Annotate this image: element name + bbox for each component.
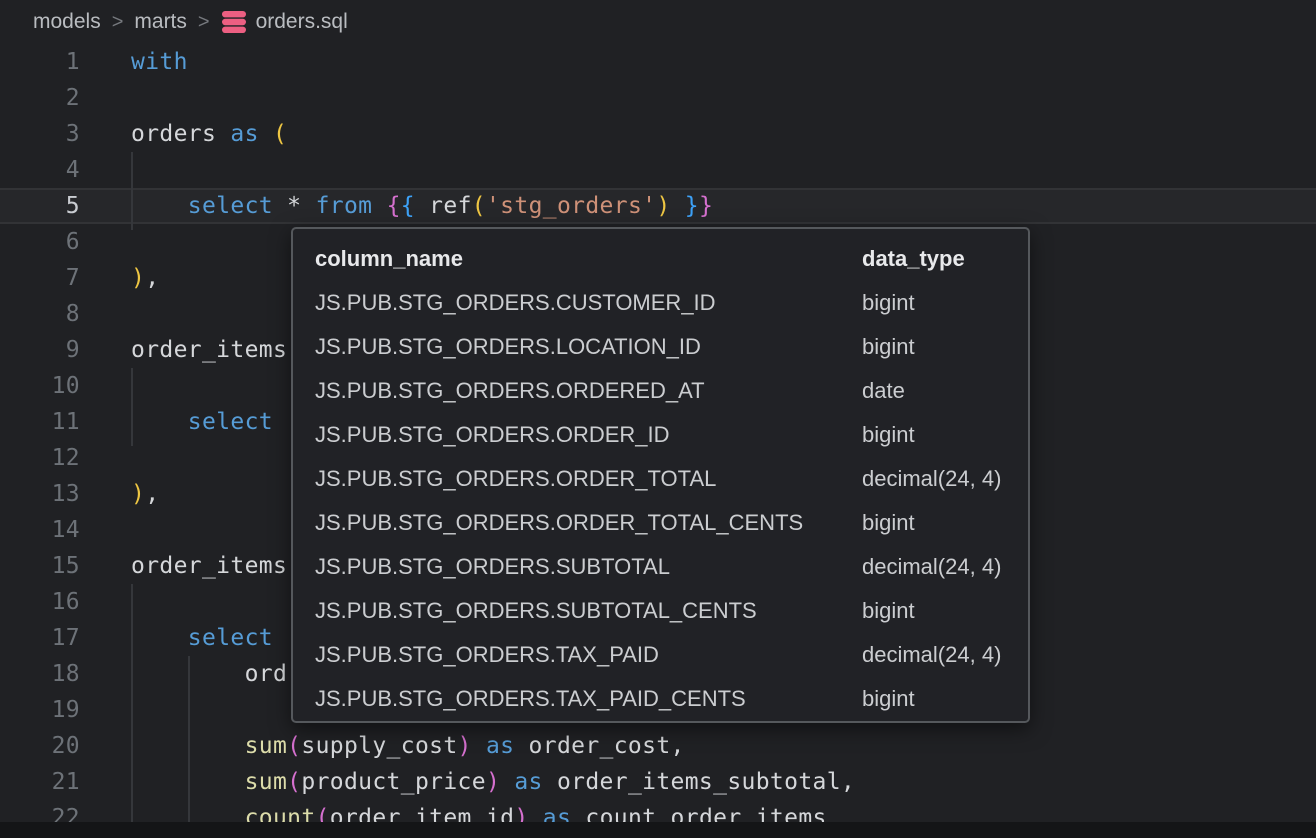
column-name-cell: JS.PUB.STG_ORDERS.TAX_PAID_CENTS xyxy=(293,677,840,721)
line-number[interactable]: 19 xyxy=(0,692,80,728)
column-name-cell: JS.PUB.STG_ORDERS.ORDER_ID xyxy=(293,413,840,457)
column-info-row: JS.PUB.STG_ORDERS.TAX_PAIDdecimal(24, 4) xyxy=(293,633,1028,677)
breadcrumb: models > marts > orders.sql xyxy=(33,0,348,44)
line-number[interactable]: 3 xyxy=(0,116,80,152)
column-info-row: JS.PUB.STG_ORDERS.ORDER_IDbigint xyxy=(293,413,1028,457)
code-text: order_items xyxy=(80,332,287,368)
code-text xyxy=(80,692,131,728)
line-number[interactable]: 9 xyxy=(0,332,80,368)
line-number[interactable]: 5 xyxy=(0,188,80,224)
data-type-cell: bigint xyxy=(840,589,1028,633)
file-name: orders.sql xyxy=(256,10,348,34)
column-name-cell: JS.PUB.STG_ORDERS.TAX_PAID xyxy=(293,633,840,677)
column-info-popup: column_name data_type JS.PUB.STG_ORDERS.… xyxy=(291,227,1030,723)
code-text xyxy=(80,368,131,404)
data-type-cell: decimal(24, 4) xyxy=(840,457,1028,501)
data-type-cell: bigint xyxy=(840,501,1028,545)
column-info-row: JS.PUB.STG_ORDERS.CUSTOMER_IDbigint xyxy=(293,281,1028,325)
breadcrumb-item-file[interactable]: orders.sql xyxy=(221,10,348,34)
column-name-cell: JS.PUB.STG_ORDERS.ORDERED_AT xyxy=(293,369,840,413)
code-text xyxy=(80,224,131,260)
code-text xyxy=(80,152,131,188)
data-type-cell: decimal(24, 4) xyxy=(840,545,1028,589)
line-number[interactable]: 15 xyxy=(0,548,80,584)
column-info-row: JS.PUB.STG_ORDERS.SUBTOTAL_CENTSbigint xyxy=(293,589,1028,633)
database-icon xyxy=(221,10,247,34)
column-name-cell: JS.PUB.STG_ORDERS.SUBTOTAL xyxy=(293,545,840,589)
code-text xyxy=(80,512,131,548)
column-name-cell: JS.PUB.STG_ORDERS.SUBTOTAL_CENTS xyxy=(293,589,840,633)
popup-body: JS.PUB.STG_ORDERS.CUSTOMER_IDbigintJS.PU… xyxy=(293,281,1028,721)
line-number[interactable]: 20 xyxy=(0,728,80,764)
data-type-cell: decimal(24, 4) xyxy=(840,633,1028,677)
chevron-right-icon: > xyxy=(112,11,124,34)
code-text: ), xyxy=(80,260,159,296)
popup-header-row: column_name data_type xyxy=(293,237,1028,281)
breadcrumb-item-marts[interactable]: marts xyxy=(134,10,187,34)
code-text: sum(product_price) as order_items_subtot… xyxy=(80,764,855,800)
data-type-cell: bigint xyxy=(840,413,1028,457)
data-type-cell: date xyxy=(840,369,1028,413)
editor-bottom-edge xyxy=(0,822,1316,838)
code-text xyxy=(80,584,131,620)
code-line-2[interactable]: 2 xyxy=(0,80,1316,116)
column-info-row: JS.PUB.STG_ORDERS.ORDERED_ATdate xyxy=(293,369,1028,413)
column-name-cell: JS.PUB.STG_ORDERS.ORDER_TOTAL xyxy=(293,457,840,501)
column-info-row: JS.PUB.STG_ORDERS.TAX_PAID_CENTSbigint xyxy=(293,677,1028,721)
code-text xyxy=(80,296,131,332)
line-number[interactable]: 7 xyxy=(0,260,80,296)
code-text xyxy=(80,80,131,116)
data-type-cell: bigint xyxy=(840,677,1028,721)
code-line-21[interactable]: 21 sum(product_price) as order_items_sub… xyxy=(0,764,1316,800)
line-number[interactable]: 1 xyxy=(0,44,80,80)
column-info-row: JS.PUB.STG_ORDERS.SUBTOTALdecimal(24, 4) xyxy=(293,545,1028,589)
code-line-1[interactable]: 1with xyxy=(0,44,1316,80)
code-text: orders as ( xyxy=(80,116,287,152)
code-text xyxy=(80,440,131,476)
column-info-row: JS.PUB.STG_ORDERS.LOCATION_IDbigint xyxy=(293,325,1028,369)
popup-header-column-name: column_name xyxy=(293,237,840,281)
line-number[interactable]: 21 xyxy=(0,764,80,800)
line-number[interactable]: 10 xyxy=(0,368,80,404)
chevron-right-icon: > xyxy=(198,11,210,34)
line-number[interactable]: 18 xyxy=(0,656,80,692)
column-info-row: JS.PUB.STG_ORDERS.ORDER_TOTALdecimal(24,… xyxy=(293,457,1028,501)
line-number[interactable]: 13 xyxy=(0,476,80,512)
code-text: select xyxy=(80,404,273,440)
code-text: select xyxy=(80,620,273,656)
line-number[interactable]: 12 xyxy=(0,440,80,476)
code-line-20[interactable]: 20 sum(supply_cost) as order_cost, xyxy=(0,728,1316,764)
code-text: with xyxy=(80,44,188,80)
line-number[interactable]: 4 xyxy=(0,152,80,188)
code-line-3[interactable]: 3orders as ( xyxy=(0,116,1316,152)
code-line-4[interactable]: 4 xyxy=(0,152,1316,188)
column-info-row: JS.PUB.STG_ORDERS.ORDER_TOTAL_CENTSbigin… xyxy=(293,501,1028,545)
code-text: order_items xyxy=(80,548,287,584)
data-type-cell: bigint xyxy=(840,281,1028,325)
breadcrumb-item-models[interactable]: models xyxy=(33,10,101,34)
line-number[interactable]: 16 xyxy=(0,584,80,620)
line-number[interactable]: 14 xyxy=(0,512,80,548)
popup-header-data-type: data_type xyxy=(840,237,1028,281)
line-number[interactable]: 2 xyxy=(0,80,80,116)
line-number[interactable]: 17 xyxy=(0,620,80,656)
code-text: ord xyxy=(80,656,287,692)
line-number[interactable]: 6 xyxy=(0,224,80,260)
data-type-cell: bigint xyxy=(840,325,1028,369)
code-text: sum(supply_cost) as order_cost, xyxy=(80,728,685,764)
column-name-cell: JS.PUB.STG_ORDERS.ORDER_TOTAL_CENTS xyxy=(293,501,840,545)
code-text: select * from {{ ref('stg_orders') }} xyxy=(80,188,713,224)
column-name-cell: JS.PUB.STG_ORDERS.CUSTOMER_ID xyxy=(293,281,840,325)
code-line-5[interactable]: 5 select * from {{ ref('stg_orders') }} xyxy=(0,188,1316,224)
code-text: ), xyxy=(80,476,159,512)
line-number[interactable]: 8 xyxy=(0,296,80,332)
column-name-cell: JS.PUB.STG_ORDERS.LOCATION_ID xyxy=(293,325,840,369)
line-number[interactable]: 11 xyxy=(0,404,80,440)
